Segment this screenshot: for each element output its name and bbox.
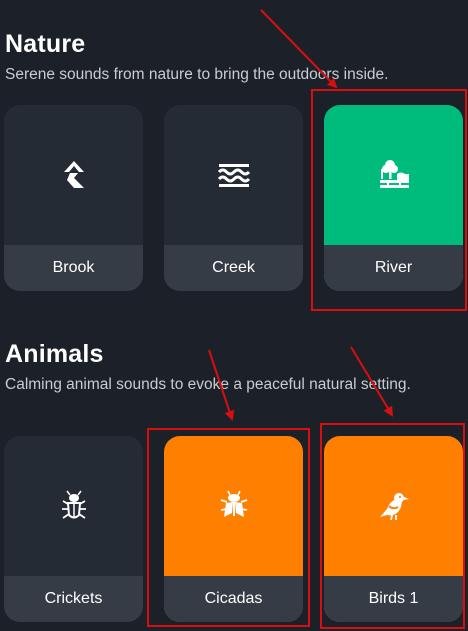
animals-section-description: Calming animal sounds to evoke a peacefu… xyxy=(5,376,411,393)
cicadas-highlight-box xyxy=(147,428,310,627)
river-highlight-box xyxy=(311,89,467,311)
tile-label: Brook xyxy=(4,245,143,291)
birds-highlight-box xyxy=(320,423,465,629)
animals-section-title: Animals xyxy=(5,340,104,368)
brook-icon xyxy=(4,153,143,197)
brook-tile[interactable]: Brook xyxy=(4,105,143,291)
nature-section-title: Nature xyxy=(5,30,86,58)
creek-tile[interactable]: Creek xyxy=(164,105,303,291)
cricket-icon xyxy=(4,484,143,528)
tile-label: Creek xyxy=(164,245,303,291)
crickets-tile[interactable]: Crickets xyxy=(4,436,143,622)
creek-waves-icon xyxy=(164,153,303,197)
nature-section-description: Serene sounds from nature to bring the o… xyxy=(5,66,389,83)
tile-label: Crickets xyxy=(4,576,143,622)
